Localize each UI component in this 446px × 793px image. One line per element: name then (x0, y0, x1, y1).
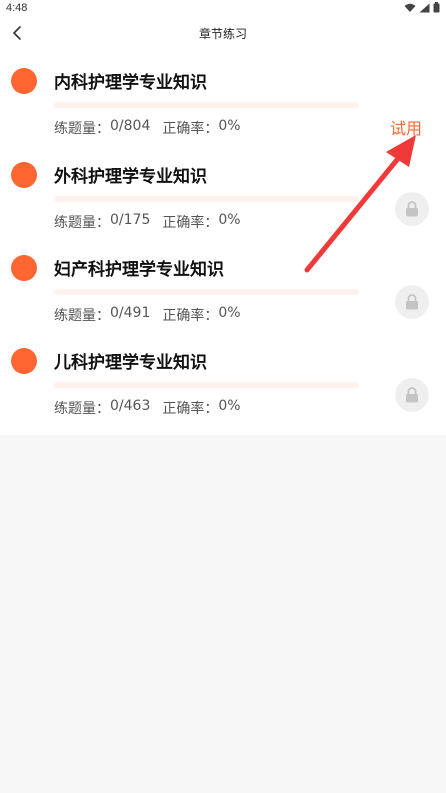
accuracy-label: 正确率： (162, 401, 219, 417)
lock-icon (406, 201, 418, 217)
count-value: 0/491 (110, 305, 151, 321)
count-label: 练题量： (54, 308, 110, 324)
chapter-dot (11, 348, 37, 374)
accuracy-label: 正确率： (162, 121, 219, 137)
count-label: 练题量： (54, 121, 110, 137)
accuracy-value: 0% (218, 212, 241, 228)
chapter-title: 儿科护理学专业知识 (54, 353, 207, 373)
count-value: 0/804 (110, 118, 151, 134)
lock-icon (406, 387, 418, 403)
lock-button[interactable] (395, 192, 429, 226)
wifi-icon (404, 3, 416, 12)
chapter-stats: 练题量： 0/804 正确率： 0% (54, 118, 241, 138)
status-icons (404, 2, 440, 13)
progress-bar (54, 289, 359, 295)
chapter-item-pediatrics[interactable]: 儿科护理学专业知识 练题量： 0/463 正确率： 0% (0, 328, 446, 420)
lock-button[interactable] (395, 378, 429, 412)
chapter-item-internal-medicine[interactable]: 内科护理学专业知识 练题量： 0/804 正确率： 0% 试用 (0, 48, 446, 140)
progress-bar (54, 382, 359, 388)
chapter-item-surgery[interactable]: 外科护理学专业知识 练题量： 0/175 正确率： 0% (0, 142, 446, 234)
chapter-stats: 练题量： 0/175 正确率： 0% (54, 212, 241, 232)
status-time: 4:48 (6, 2, 28, 14)
chapter-title: 内科护理学专业知识 (54, 73, 207, 93)
accuracy-label: 正确率： (162, 215, 219, 231)
chapter-dot (11, 68, 37, 94)
lock-icon (406, 294, 418, 310)
app-bar: 章节练习 (0, 18, 446, 48)
chapter-stats: 练题量： 0/463 正确率： 0% (54, 398, 241, 418)
progress-bar (54, 102, 359, 108)
accuracy-value: 0% (218, 305, 241, 321)
count-label: 练题量： (54, 215, 110, 231)
chapter-item-obstetrics[interactable]: 妇产科护理学专业知识 练题量： 0/491 正确率： 0% (0, 235, 446, 327)
count-label: 练题量： (54, 401, 110, 417)
count-value: 0/175 (110, 212, 151, 228)
chapter-dot (11, 255, 37, 281)
chapter-title: 妇产科护理学专业知识 (54, 260, 224, 280)
trial-button[interactable]: 试用 (390, 115, 422, 139)
accuracy-value: 0% (218, 398, 241, 414)
chapter-list: 内科护理学专业知识 练题量： 0/804 正确率： 0% 试用 外科护理学专业知… (0, 48, 446, 435)
chapter-title: 外科护理学专业知识 (54, 167, 207, 187)
signal-icon (419, 3, 430, 12)
lock-button[interactable] (395, 285, 429, 319)
page-title: 章节练习 (198, 27, 247, 41)
status-bar: 4:48 (0, 0, 446, 18)
battery-icon (433, 2, 440, 13)
progress-bar (54, 196, 359, 202)
accuracy-value: 0% (218, 118, 241, 134)
accuracy-label: 正确率： (162, 308, 219, 324)
count-value: 0/463 (110, 398, 151, 414)
chapter-dot (11, 162, 37, 188)
chapter-stats: 练题量： 0/491 正确率： 0% (54, 305, 241, 325)
